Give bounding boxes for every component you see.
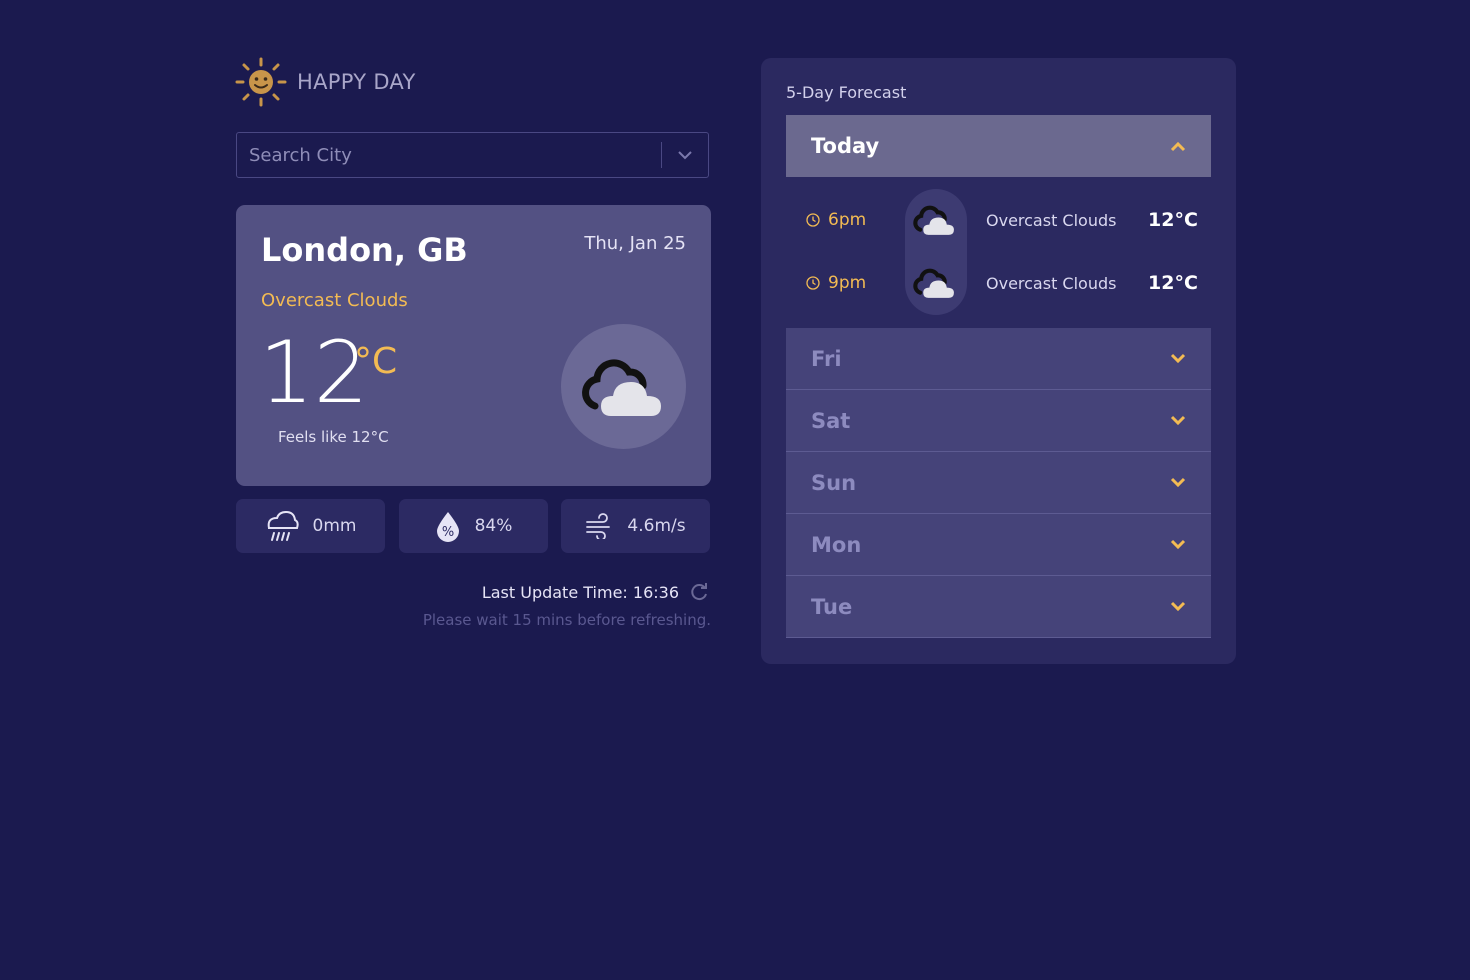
accordion-header-sun[interactable]: Sun (786, 452, 1211, 514)
weather-icon-circle (561, 324, 686, 449)
clock-icon (806, 213, 820, 227)
current-weather-card: London, GB Thu, Jan 25 Overcast Clouds 1… (236, 205, 711, 486)
last-update-label: Last Update Time: 16:36 (481, 582, 679, 602)
accordion-header-mon[interactable]: Mon (786, 514, 1211, 576)
accordion-header-fri[interactable]: Fri (786, 328, 1211, 390)
hourly-temperature: 12°C (1148, 272, 1198, 294)
wind-stat: 4.6m/s (561, 499, 710, 553)
app-name: HAPPY DAY (297, 70, 416, 94)
forecast-panel: 5-Day Forecast Today 6pm Overcast Clouds… (761, 58, 1236, 664)
last-update: Last Update Time: 16:36 (482, 582, 709, 602)
humidity-stat: % 84% (399, 499, 548, 553)
svg-text:%: % (441, 525, 453, 540)
chevron-down-icon (1170, 539, 1186, 550)
chevron-up-icon (1170, 141, 1186, 151)
clock-icon (806, 276, 820, 290)
forecast-title: 5-Day Forecast (786, 83, 907, 102)
hourly-forecast: 6pm Overcast Clouds 12°C 9pm Overcast Cl… (786, 177, 1211, 327)
chevron-down-icon (1170, 353, 1186, 364)
chevron-down-icon (1170, 477, 1186, 488)
rain-value: 0mm (312, 516, 357, 536)
hourly-row: 6pm Overcast Clouds 12°C (786, 189, 1211, 251)
accordion-header-today[interactable]: Today (786, 115, 1211, 177)
day-label: Sat (811, 408, 851, 433)
wind-value: 4.6m/s (627, 516, 686, 536)
forecast-day-today: Today 6pm Overcast Clouds 12°C 9pm Overc… (786, 115, 1211, 327)
chevron-down-icon (1170, 415, 1186, 426)
humidity-value: 84% (474, 516, 513, 536)
chevron-down-icon (678, 151, 692, 160)
feels-like: Feels like 12°C (278, 428, 389, 446)
weather-description: Overcast Clouds (261, 290, 408, 311)
hourly-temperature: 12°C (1148, 209, 1198, 231)
search-input[interactable] (237, 133, 661, 177)
accordion-header-sat[interactable]: Sat (786, 390, 1211, 452)
rain-stat: 0mm (236, 499, 385, 553)
day-label: Fri (811, 346, 842, 371)
hourly-row: 9pm Overcast Clouds 12°C (786, 252, 1211, 314)
humidity-drop-icon: % (436, 512, 459, 542)
overcast-clouds-icon (581, 359, 661, 416)
day-label: Tue (811, 594, 853, 619)
forecast-day-list: Fri Sat Sun Mon Tue (786, 328, 1211, 638)
refresh-note: Please wait 15 mins before refreshing. (422, 611, 711, 629)
hourly-description: Overcast Clouds (986, 273, 1117, 293)
city-name: London, GB (261, 231, 468, 269)
rain-cloud-icon (267, 510, 299, 541)
hourly-description: Overcast Clouds (986, 210, 1117, 230)
overcast-clouds-icon (913, 205, 954, 235)
wind-icon (586, 513, 611, 539)
smiling-sun-icon (235, 57, 287, 107)
day-label: Today (811, 134, 880, 158)
temperature-value: 12 (259, 323, 369, 423)
hourly-time: 6pm (806, 210, 866, 230)
hourly-time-label: 9pm (828, 273, 867, 293)
overcast-clouds-icon (913, 268, 954, 298)
app-logo: HAPPY DAY (235, 57, 416, 107)
hourly-time-label: 6pm (828, 210, 867, 230)
chevron-down-icon (1170, 601, 1186, 612)
city-search[interactable] (236, 132, 709, 178)
day-label: Sun (811, 470, 857, 495)
current-date: Thu, Jan 25 (584, 233, 686, 254)
day-label: Mon (811, 532, 862, 557)
refresh-icon[interactable] (689, 582, 709, 602)
hourly-time: 9pm (806, 273, 866, 293)
temperature-unit: °C (354, 341, 398, 382)
accordion-header-tue[interactable]: Tue (786, 576, 1211, 638)
search-dropdown-button[interactable] (662, 133, 708, 177)
